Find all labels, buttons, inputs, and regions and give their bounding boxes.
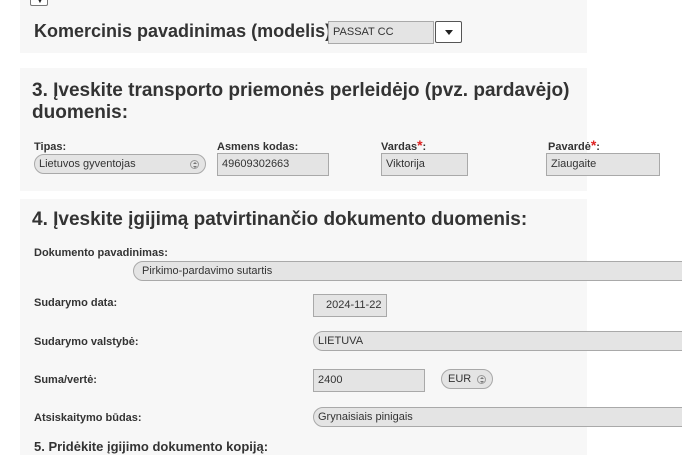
date-label: Sudarymo data:: [34, 297, 118, 309]
amount-label: Suma/vertė:: [34, 374, 97, 386]
section-5-title: 5. Pridėkite įgijimo dokumento kopiją:: [34, 439, 269, 454]
type-label: Tipas:: [34, 141, 67, 153]
first-name-label-suffix: :: [422, 141, 427, 153]
commercial-name-dropdown-button[interactable]: [435, 21, 462, 43]
caret-down-icon: [445, 30, 453, 35]
select-arrows-icon: [477, 375, 486, 384]
personal-code-field[interactable]: 49609302663: [217, 153, 329, 176]
type-select-value: Lietuvos gyventojas: [39, 158, 136, 170]
doc-name-select[interactable]: Pirkimo-pardavimo sutartis: [133, 261, 682, 281]
country-select[interactable]: LIETUVA: [313, 331, 682, 351]
type-select[interactable]: Lietuvos gyventojas: [34, 154, 206, 174]
first-name-field[interactable]: Viktorija: [381, 153, 468, 176]
payment-select[interactable]: Grynaisiais pinigais: [313, 407, 682, 427]
personal-code-label: Asmens kodas:: [217, 141, 299, 153]
commercial-name-label: Komercinis pavadinimas (modelis):: [34, 21, 338, 41]
section-3-title: 3. Įveskite transporto priemonės perleid…: [32, 80, 570, 123]
last-name-label: Pavardė*:: [548, 138, 600, 153]
currency-select[interactable]: EUR: [441, 369, 493, 389]
currency-select-value: EUR: [448, 373, 472, 385]
date-field[interactable]: 2024-11-22: [313, 294, 387, 317]
country-label: Sudarymo valstybė:: [34, 336, 139, 348]
first-name-label: Vardas*:: [381, 138, 427, 153]
last-name-field[interactable]: Ziaugaite: [546, 153, 660, 176]
first-name-label-text: Vardas: [381, 141, 418, 153]
payment-label: Atsiskaitymo būdas:: [34, 412, 142, 424]
amount-field[interactable]: 2400: [313, 369, 425, 392]
doc-name-label: Dokumento pavadinimas:: [34, 247, 168, 259]
commercial-name-field[interactable]: PASSAT CC: [328, 21, 434, 44]
select-arrows-icon: [190, 160, 199, 169]
last-name-label-suffix: :: [596, 141, 600, 153]
last-name-label-text: Pavardė: [548, 141, 591, 153]
collapse-toggle[interactable]: ▼: [30, 0, 48, 6]
section-4-title: 4. Įveskite įgijimą patvirtinančio dokum…: [32, 209, 528, 230]
right-margin: [587, 0, 682, 455]
chevron-down-icon: ▼: [36, 0, 44, 5]
